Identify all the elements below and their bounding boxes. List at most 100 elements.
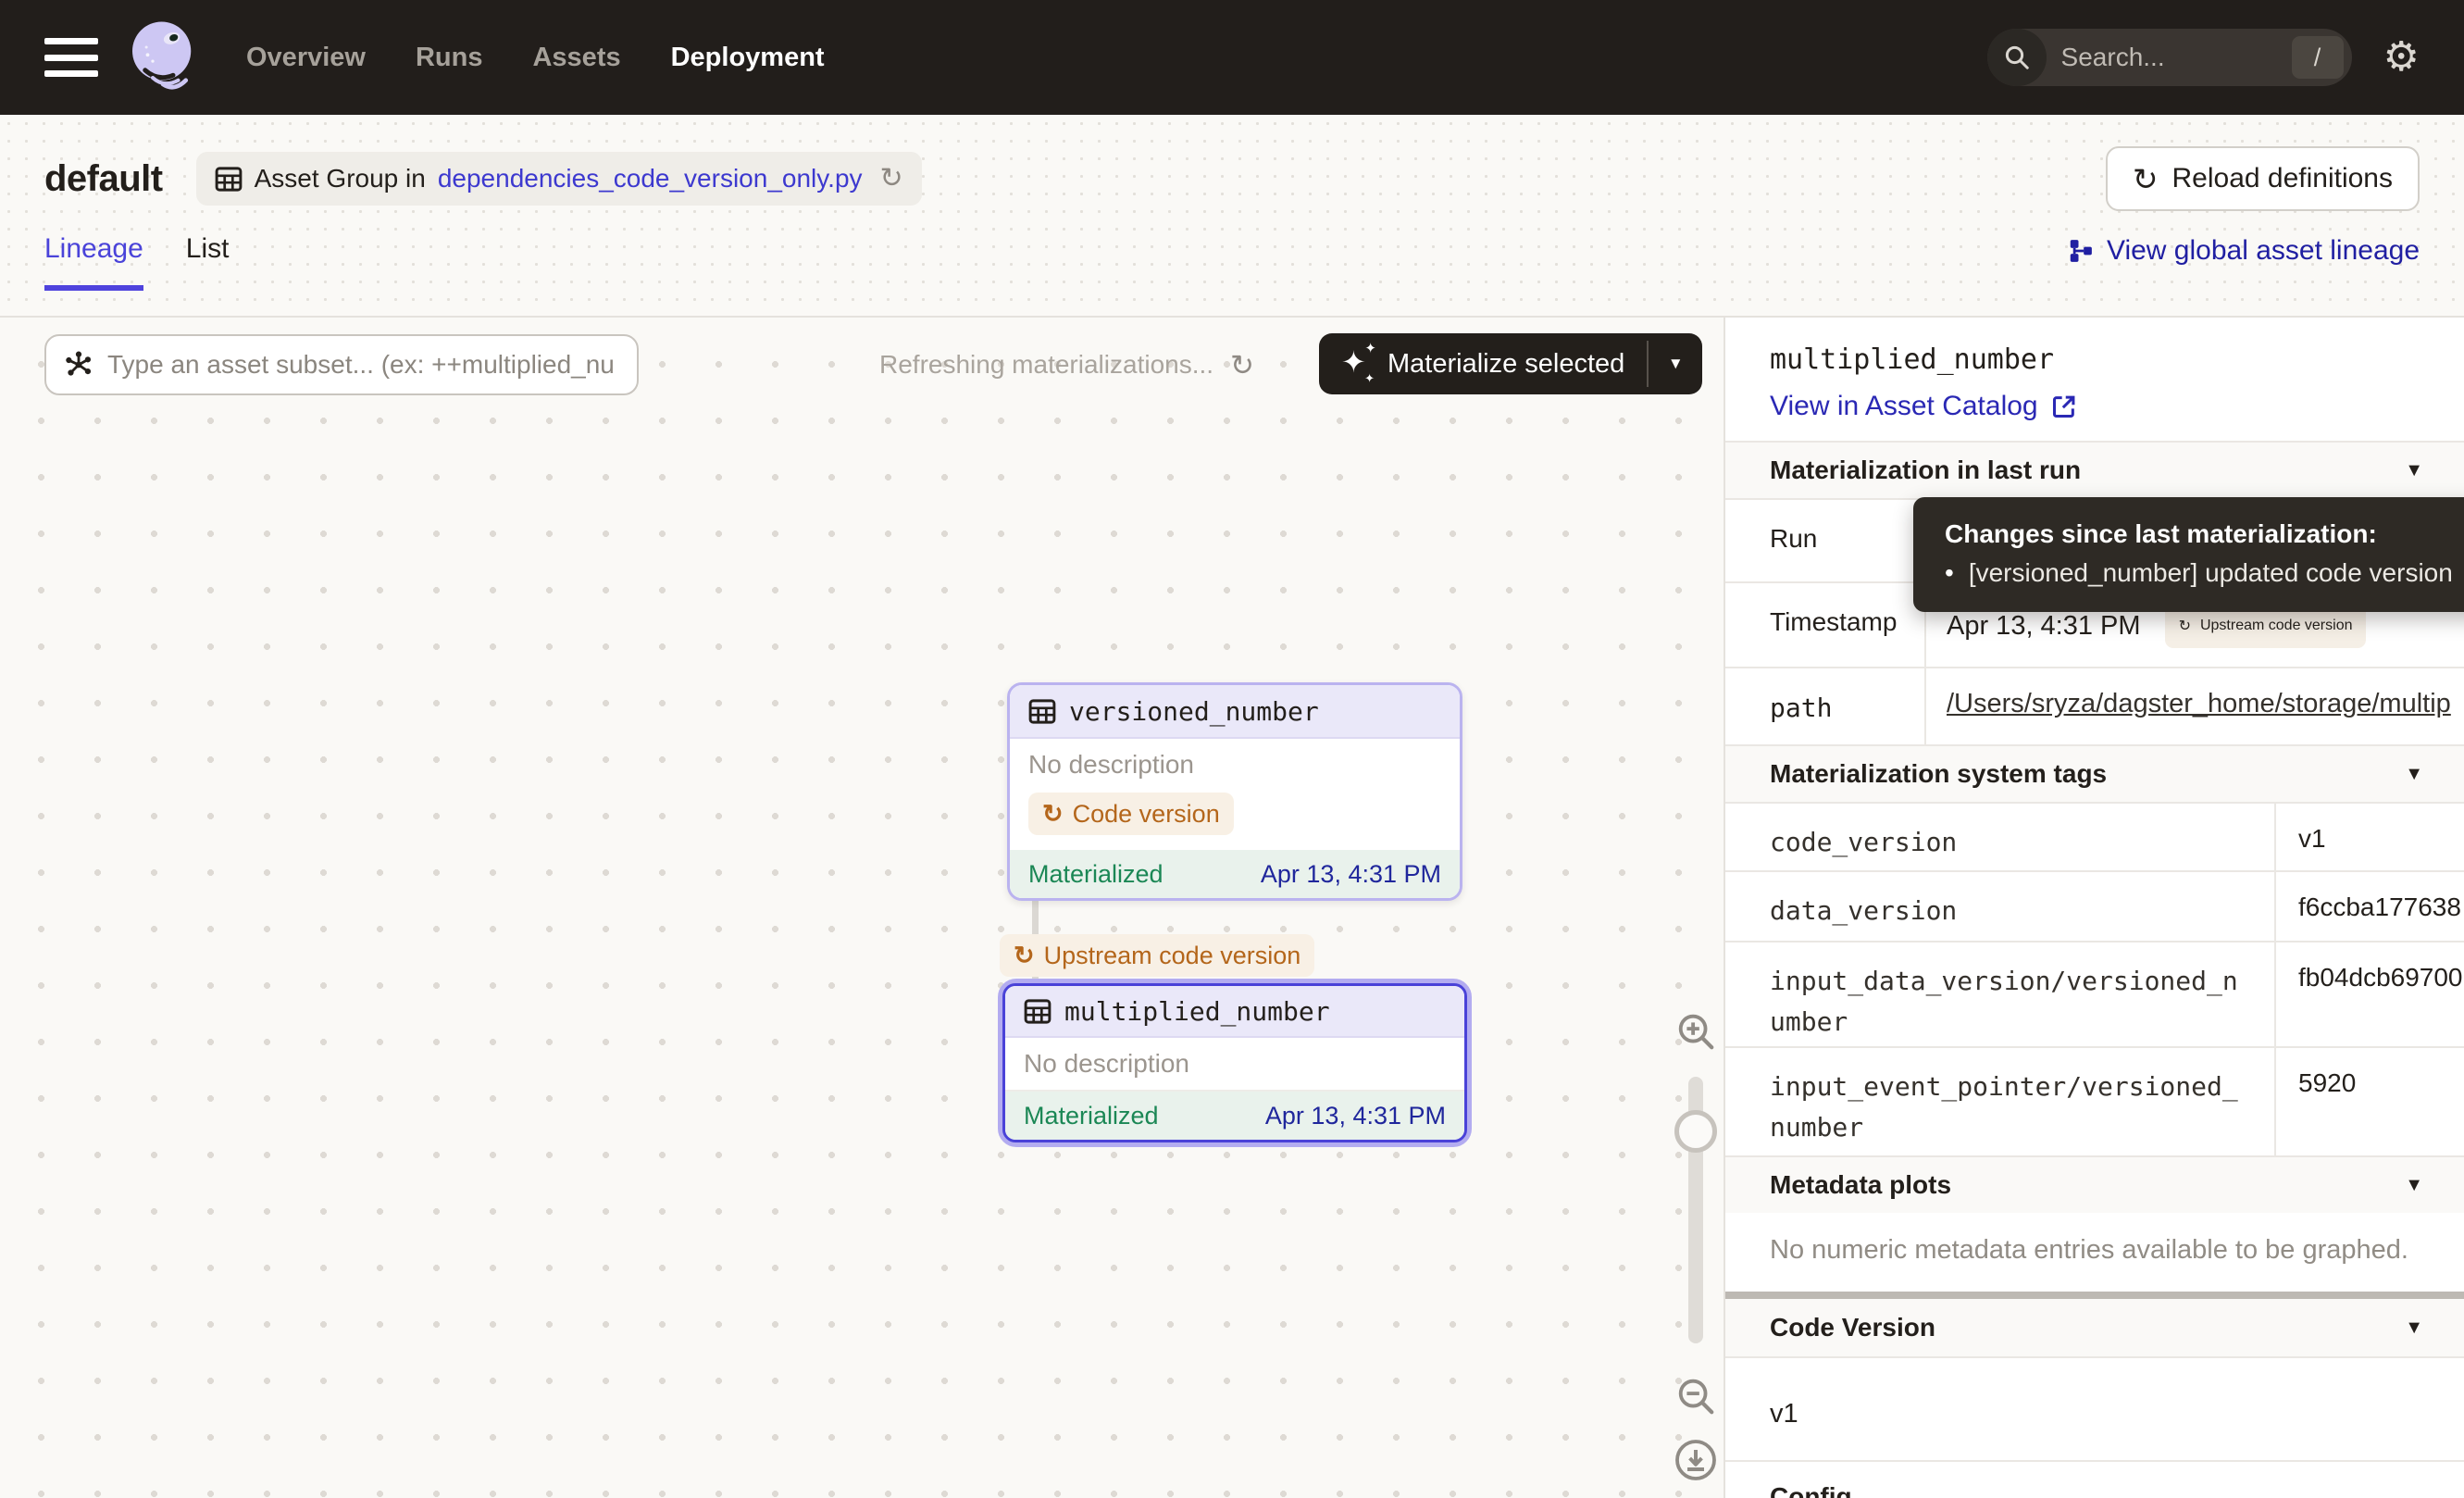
row-timestamp-value[interactable]: Apr 13, 4:31 PM — [1947, 611, 2141, 642]
asset-group-breadcrumb: Asset Group in dependencies_code_version… — [196, 152, 922, 206]
chevron-down-icon[interactable]: ▼ — [2405, 460, 2423, 481]
sparkle-icon: ✦ ✦ ✦ — [1341, 345, 1375, 382]
view-global-lineage-label: View global asset lineage — [2107, 235, 2420, 267]
asset-node-multiplied-number[interactable]: multiplied_number No description Materia… — [998, 979, 1472, 1147]
view-global-lineage-link[interactable]: View global asset lineage — [2067, 235, 2420, 291]
tag-key: data_version — [1725, 872, 2274, 941]
row-run-key: Run — [1725, 500, 1924, 581]
node-timestamp[interactable]: Apr 13, 4:31 PM — [1265, 1102, 1446, 1130]
chevron-down-icon[interactable]: ▼ — [2405, 764, 2423, 785]
chevron-down-icon[interactable]: ▼ — [2405, 1317, 2423, 1339]
section-config[interactable]: Config — [1725, 1460, 2464, 1498]
code-version-icon: ↻ — [1042, 802, 1064, 827]
section-divider — [1725, 1292, 2464, 1299]
search-placeholder: Search... — [2047, 43, 2292, 72]
node-status: Materialized — [1024, 1102, 1159, 1130]
changes-tooltip: Changes since last materialization: • [v… — [1913, 497, 2464, 612]
node-timestamp[interactable]: Apr 13, 4:31 PM — [1261, 860, 1441, 889]
zoom-controls — [1666, 1010, 1725, 1482]
node-status: Materialized — [1028, 860, 1164, 889]
zoom-slider-thumb[interactable] — [1674, 1110, 1717, 1153]
asset-table-icon — [1024, 999, 1052, 1024]
refresh-icon[interactable]: ↻ — [1230, 351, 1254, 380]
tag-key: code_version — [1725, 804, 2274, 870]
nav-item-overview[interactable]: Overview — [246, 43, 366, 73]
refreshing-label: Refreshing materializations... — [879, 350, 1213, 380]
nav-item-runs[interactable]: Runs — [416, 43, 483, 73]
code-version-icon: ↻ — [2179, 617, 2191, 635]
dagster-logo-icon[interactable] — [122, 17, 204, 98]
node-title: versioned_number — [1069, 696, 1319, 727]
section-materialization-last-run[interactable]: Materialization in last run ▼ — [1725, 441, 2464, 498]
search-icon — [1987, 29, 2047, 86]
upstream-code-version-label: Upstream code version — [1044, 942, 1301, 970]
code-version-value: v1 — [1725, 1356, 2464, 1460]
asset-group-label: Asset Group in — [255, 164, 426, 193]
nav-item-deployment[interactable]: Deployment — [671, 43, 825, 73]
table-row: code_version v1 — [1725, 802, 2464, 870]
page-header: default Asset Group in dependencies_code… — [0, 115, 2464, 318]
lineage-graph-icon — [2067, 237, 2095, 265]
materialize-selected-button[interactable]: ✦ ✦ ✦ Materialize selected ▼ — [1319, 333, 1702, 394]
section-code-version[interactable]: Code Version ▼ — [1725, 1299, 2464, 1356]
bullet-icon: • — [1945, 558, 1954, 588]
zoom-in-icon[interactable] — [1674, 1010, 1717, 1053]
tag-value: fb04dcb69700 — [2274, 942, 2464, 1046]
group-reload-icon[interactable]: ↻ — [880, 165, 903, 193]
tag-value: f6ccba177638 — [2274, 872, 2464, 941]
top-nav: Overview Runs Assets Deployment Search..… — [0, 0, 2464, 115]
download-graph-icon[interactable] — [1674, 1438, 1718, 1482]
tag-value: v1 — [2274, 804, 2464, 870]
tab-list[interactable]: List — [186, 233, 230, 291]
row-timestamp-key: Timestamp — [1725, 583, 1924, 667]
search-shortcut-badge: / — [2292, 36, 2344, 79]
materialize-dropdown-button[interactable]: ▼ — [1649, 333, 1702, 394]
tab-lineage[interactable]: Lineage — [44, 233, 143, 291]
asset-detail-panel: multiplied_number View in Asset Catalog … — [1724, 318, 2464, 1498]
code-version-icon: ↻ — [1014, 943, 1035, 968]
path-link[interactable]: /Users/sryza/dagster_home/storage/multip — [1947, 689, 2451, 718]
code-version-badge-label: Code version — [1073, 800, 1220, 829]
tag-value: 5920 — [2274, 1048, 2464, 1155]
section-system-tags[interactable]: Materialization system tags ▼ — [1725, 744, 2464, 802]
lineage-canvas[interactable]: Type an asset subset... (ex: ++multiplie… — [0, 318, 1724, 1498]
asset-subset-placeholder: Type an asset subset... (ex: ++multiplie… — [107, 350, 615, 380]
nav-item-assets[interactable]: Assets — [532, 43, 620, 73]
node-description: No description — [1024, 1049, 1189, 1079]
asset-table-icon — [1028, 699, 1056, 724]
tooltip-title: Changes since last materialization: — [1945, 519, 2464, 549]
upstream-code-version-label: Upstream code version — [2200, 618, 2353, 634]
row-path: path /Users/sryza/dagster_home/storage/m… — [1725, 667, 2464, 744]
chevron-down-icon[interactable]: ▼ — [2405, 1175, 2423, 1196]
panel-asset-title: multiplied_number — [1725, 318, 2464, 376]
asset-subset-input[interactable]: Type an asset subset... (ex: ++multiplie… — [44, 334, 639, 395]
page-title: default — [44, 158, 163, 200]
nav-links: Overview Runs Assets Deployment — [246, 43, 825, 73]
reload-icon: ↻ — [2133, 164, 2159, 194]
tooltip-item: [versioned_number] updated code version — [1969, 558, 2453, 588]
upstream-code-version-tag: ↻ Upstream code version — [1000, 934, 1314, 977]
view-in-asset-catalog-link[interactable]: View in Asset Catalog — [1725, 391, 2464, 422]
table-row: input_event_pointer/versioned_number 592… — [1725, 1046, 2464, 1155]
section-metadata-plots[interactable]: Metadata plots ▼ — [1725, 1155, 2464, 1213]
node-title: multiplied_number — [1064, 996, 1330, 1027]
tag-key: input_event_pointer/versioned_number — [1725, 1048, 2274, 1155]
code-version-badge: ↻ Code version — [1028, 793, 1234, 835]
zoom-out-icon[interactable] — [1674, 1375, 1717, 1417]
row-path-key: path — [1725, 668, 1924, 744]
table-row: data_version f6ccba177638 — [1725, 870, 2464, 941]
asset-graph-filter-icon — [63, 349, 94, 381]
refreshing-status: Refreshing materializations... ↻ — [879, 334, 1254, 395]
asset-table-icon — [215, 167, 243, 192]
asset-node-versioned-number[interactable]: versioned_number No description ↻ Code v… — [1007, 682, 1462, 901]
search-input[interactable]: Search... / — [1987, 29, 2352, 86]
zoom-slider[interactable] — [1688, 1077, 1703, 1343]
catalog-link-label: View in Asset Catalog — [1770, 391, 2038, 422]
settings-gear-icon[interactable]: ⚙ — [2383, 37, 2420, 78]
materialize-selected-label: Materialize selected — [1388, 349, 1624, 380]
asset-group-file-link[interactable]: dependencies_code_version_only.py — [438, 164, 863, 193]
metadata-plots-empty-note: No numeric metadata entries available to… — [1725, 1213, 2464, 1292]
menu-icon[interactable] — [44, 38, 98, 77]
reload-definitions-button[interactable]: ↻ Reload definitions — [2106, 146, 2420, 211]
tag-key: input_data_version/versioned_number — [1725, 942, 2274, 1046]
